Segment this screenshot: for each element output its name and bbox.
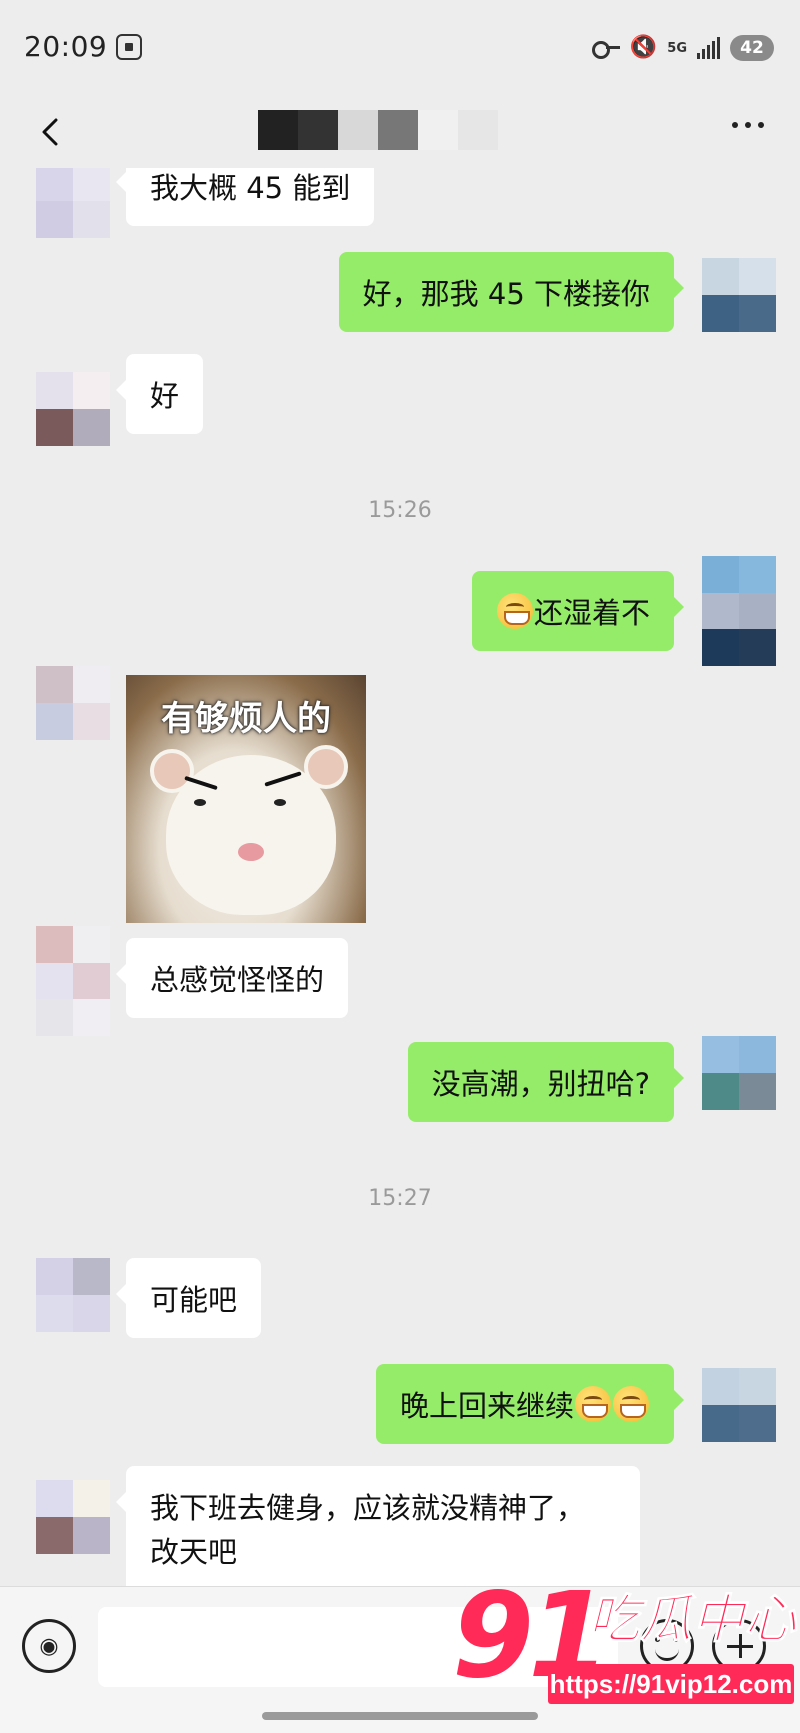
contact-avatar[interactable]	[36, 372, 110, 446]
signal-icon	[697, 37, 720, 59]
message-text: 我大概 45 能到	[150, 171, 351, 205]
redaction-block	[458, 110, 498, 150]
message-text: 总感觉怪怪的	[150, 963, 325, 997]
message-text: 可能吧	[150, 1283, 238, 1317]
status-icons: 🔇 5G 42	[591, 32, 774, 64]
my-avatar[interactable]	[702, 556, 776, 666]
my-avatar[interactable]	[702, 1368, 776, 1442]
timestamp: 15:26	[368, 498, 432, 523]
message-text: 好，那我 45 下楼接你	[362, 277, 650, 311]
message-bubble-incoming[interactable]: 总感觉怪怪的	[115, 938, 349, 1018]
timestamp: 15:27	[368, 1186, 432, 1211]
message-text: 好	[150, 379, 180, 413]
message-text: 还湿着不	[533, 596, 650, 630]
message-text-line: 我下班去健身，应该就没精神了，	[150, 1491, 586, 1525]
network-type: 5G	[667, 40, 687, 56]
hamster-illustration	[150, 745, 348, 915]
contact-name-redacted	[258, 110, 498, 150]
emoji-icon[interactable]	[640, 1619, 694, 1673]
message-bubble-incoming[interactable]: 我大概 45 能到	[115, 168, 375, 226]
mute-icon: 🔇	[629, 35, 658, 60]
sticker-image[interactable]: 有够烦人的	[126, 675, 366, 923]
contact-avatar[interactable]	[36, 1258, 110, 1332]
redaction-block	[418, 110, 458, 150]
battery-level: 42	[730, 35, 774, 61]
message-bubble-outgoing[interactable]: 还湿着不	[471, 571, 685, 651]
message-bubble-outgoing[interactable]: 晚上回来继续	[375, 1364, 685, 1444]
home-indicator[interactable]	[262, 1712, 538, 1720]
more-options-icon[interactable]	[732, 122, 764, 128]
message-bubble-incoming[interactable]: 好	[115, 354, 204, 434]
message-bubble-outgoing[interactable]: 好，那我 45 下楼接你	[338, 252, 685, 332]
message-list[interactable]: 我大概 45 能到 好，那我 45 下楼接你 好 15:26 还湿着不 有够烦人…	[0, 168, 800, 1586]
message-bubble-outgoing[interactable]: 没高潮，别扭哈?	[407, 1042, 685, 1122]
input-bar: ◉	[0, 1586, 800, 1733]
voice-icon[interactable]: ◉	[22, 1619, 76, 1673]
key-icon	[591, 41, 620, 59]
status-time: 20:09	[24, 30, 108, 63]
plus-icon[interactable]	[712, 1619, 766, 1673]
back-icon[interactable]	[34, 114, 70, 150]
chat-header	[0, 96, 800, 168]
sticker-caption: 有够烦人的	[161, 699, 331, 739]
contact-avatar[interactable]	[36, 168, 110, 238]
message-text-line: 改天吧	[150, 1535, 238, 1569]
contact-avatar[interactable]	[36, 666, 110, 740]
message-bubble-incoming[interactable]: 可能吧	[115, 1258, 262, 1338]
redaction-block	[298, 110, 338, 150]
screen-record-icon	[116, 34, 142, 60]
redaction-block	[338, 110, 378, 150]
grinning-face-icon	[575, 1386, 611, 1422]
contact-avatar[interactable]	[36, 1480, 110, 1554]
message-text: 晚上回来继续	[399, 1389, 574, 1423]
message-bubble-incoming[interactable]: 我下班去健身，应该就没精神了， 改天吧	[116, 1466, 640, 1586]
my-avatar[interactable]	[702, 258, 776, 332]
message-text: 没高潮，别扭哈?	[431, 1067, 650, 1101]
status-bar: 20:09 🔇 5G 42	[0, 0, 800, 96]
contact-avatar[interactable]	[36, 926, 110, 1036]
redaction-block	[258, 110, 298, 150]
my-avatar[interactable]	[702, 1036, 776, 1110]
grinning-face-icon	[613, 1386, 649, 1422]
grinning-face-icon	[496, 593, 533, 629]
message-input[interactable]	[98, 1607, 618, 1687]
redaction-block	[378, 110, 418, 150]
